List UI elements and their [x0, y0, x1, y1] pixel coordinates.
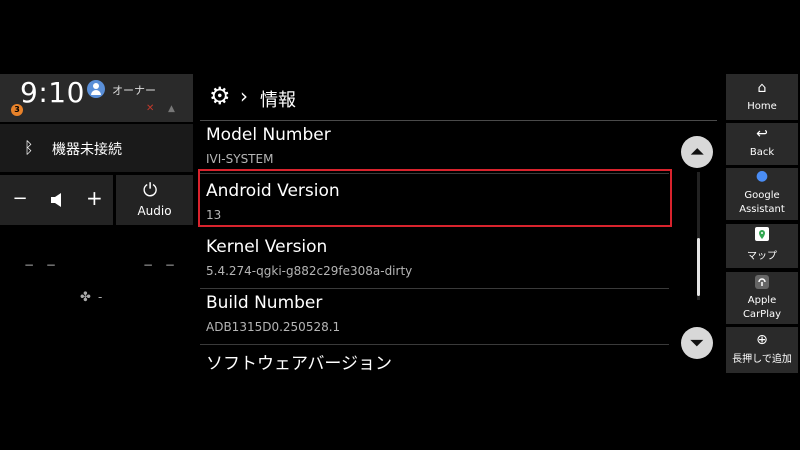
list-item-title[interactable]: Build Number	[206, 293, 322, 313]
add-shortcut-label: 長押しで追加	[732, 354, 792, 365]
plus-icon: ⊕	[756, 332, 768, 348]
divider	[200, 344, 669, 345]
scroll-down-icon: ⏷	[690, 333, 704, 352]
bluetooth-status: 機器未接続	[52, 142, 122, 158]
maps-button[interactable]: マップ	[726, 224, 798, 268]
divider	[200, 120, 717, 121]
google-assistant-button[interactable]: ● Google Assistant	[726, 168, 798, 220]
temperature-left: − −	[24, 258, 60, 272]
bluetooth-icon: ᛒ	[24, 138, 34, 157]
volume-down-button[interactable]: −	[12, 188, 28, 209]
clock: 9:10	[20, 76, 85, 109]
list-item-title[interactable]: Model Number	[206, 125, 331, 145]
home-button[interactable]: ⌂ Home	[726, 74, 798, 120]
scroll-up-button[interactable]: ⏶	[681, 136, 713, 168]
list-item-title[interactable]: Kernel Version	[206, 237, 327, 257]
speaker-icon	[48, 190, 68, 210]
home-icon: ⌂	[757, 80, 767, 96]
volume-up-button[interactable]: +	[86, 186, 103, 210]
signal-icon: ▲	[168, 104, 175, 114]
fan-icon: ✤	[80, 290, 91, 305]
apple-carplay-button[interactable]: Apple CarPlay	[726, 272, 798, 324]
add-shortcut-button[interactable]: ⊕ 長押しで追加	[726, 327, 798, 373]
audio-label: Audio	[137, 204, 172, 218]
scroll-up-icon: ⏶	[690, 142, 704, 161]
list-item-value: 13	[206, 208, 222, 222]
carplay-label-line2: CarPlay	[742, 309, 782, 320]
assistant-label-line1: Google	[744, 190, 780, 201]
power-icon: ⏻	[143, 180, 158, 201]
list-item-value: 5.4.274-qgki-g882c29fe308a-dirty	[206, 264, 413, 278]
user-label[interactable]: オーナー	[112, 82, 156, 98]
back-label: Back	[749, 147, 775, 158]
list-item-value: ADB1315D0.250528.1	[206, 320, 341, 334]
list-item-title[interactable]: ソフトウェアバージョン	[206, 349, 392, 374]
maps-icon	[726, 227, 798, 247]
home-label: Home	[747, 101, 777, 112]
user-icon[interactable]	[87, 80, 105, 98]
back-button[interactable]: ↩ Back	[726, 123, 798, 165]
back-icon: ↩	[756, 126, 768, 142]
mic-off-icon: ✕	[146, 103, 155, 114]
scrollbar-thumb[interactable]	[697, 238, 700, 296]
maps-label: マップ	[747, 251, 777, 262]
assistant-label-line2: Assistant	[739, 204, 785, 215]
divider	[200, 288, 669, 289]
carplay-label-line1: Apple	[747, 295, 777, 306]
chevron-right-icon: ›	[240, 84, 248, 108]
scroll-down-button[interactable]: ⏷	[681, 327, 713, 359]
gear-icon[interactable]: ⚙	[209, 84, 231, 108]
carplay-icon	[726, 275, 798, 293]
mic-icon: ●	[755, 168, 769, 184]
list-item-title[interactable]: Android Version	[206, 181, 340, 201]
temperature-right: − −	[143, 258, 179, 272]
list-item-value: IVI-SYSTEM	[206, 152, 274, 166]
fan-speed: -	[98, 290, 103, 304]
notification-badge[interactable]: 3	[11, 104, 23, 116]
page-title: 情報	[260, 90, 296, 111]
